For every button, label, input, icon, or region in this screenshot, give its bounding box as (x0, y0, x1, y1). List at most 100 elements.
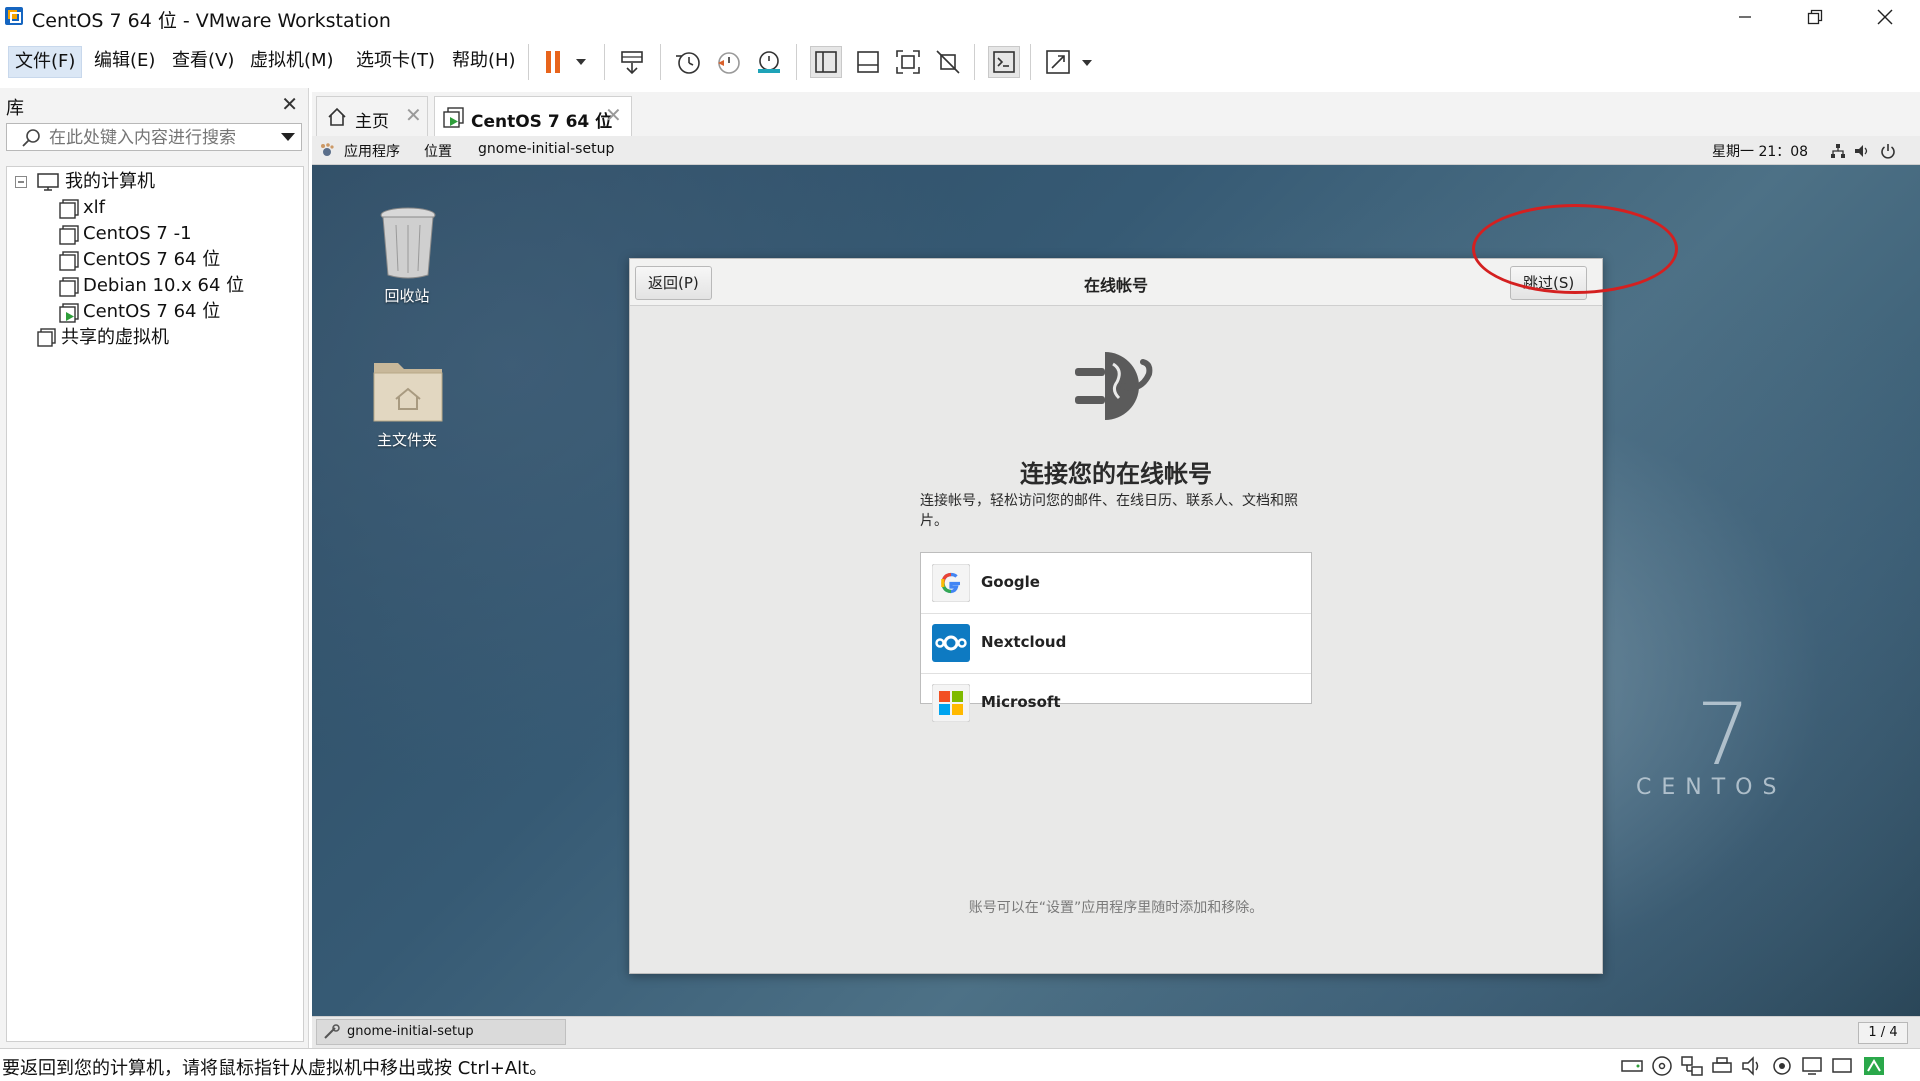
thumbnail-layout-icon (857, 51, 879, 73)
message-icon[interactable] (1830, 1055, 1854, 1077)
menu-tabs[interactable]: 选项卡(T) (350, 46, 441, 76)
send-ctrl-alt-del-button[interactable] (616, 46, 648, 78)
library-search-input[interactable] (47, 126, 271, 150)
running-vm-icon (59, 303, 79, 323)
power-icon[interactable] (1880, 143, 1896, 159)
toolbar-separator (528, 44, 529, 80)
vm-icon (59, 277, 79, 297)
back-button[interactable]: 返回(P) (635, 266, 712, 300)
workspace-indicator[interactable]: 1 / 4 (1858, 1022, 1908, 1044)
provider-nextcloud[interactable]: Nextcloud (921, 613, 1311, 674)
display-icon[interactable] (1800, 1055, 1824, 1077)
collapse-icon[interactable] (15, 176, 27, 188)
menu-file[interactable]: 文件(F) (8, 46, 83, 78)
desktop-icon-trash[interactable]: 回收站 (352, 205, 462, 305)
tree-item-vm-running[interactable]: CentOS 7 64 位 (7, 299, 297, 325)
tree-item-my-computer[interactable]: 我的计算机 (7, 169, 297, 195)
title-bar: CentOS 7 64 位 - VMware Workstation (0, 0, 1920, 34)
restore-button[interactable] (1780, 0, 1850, 34)
show-library-button[interactable] (810, 46, 842, 78)
usb-icon[interactable] (1770, 1055, 1794, 1077)
tab-close-button[interactable]: ✕ (605, 103, 622, 127)
toolbar-separator (796, 44, 797, 80)
show-thumbnail-bar-button[interactable] (852, 46, 884, 78)
tab-home[interactable]: 主页 ✕ (316, 96, 428, 136)
desktop-icon-label: 主文件夹 (376, 431, 437, 449)
minimize-button[interactable] (1710, 0, 1780, 34)
google-icon (932, 564, 970, 602)
tree-item-vm[interactable]: Debian 10.x 64 位 (7, 273, 297, 299)
tree-label: CentOS 7 -1 (83, 223, 192, 244)
chevron-down-icon[interactable] (281, 133, 295, 143)
tab-vm-centos[interactable]: CentOS 7 64 位 ✕ (434, 96, 632, 136)
centos-version-number: 7 (1696, 685, 1751, 785)
active-window-name: gnome-initial-setup (478, 141, 615, 157)
stretch-view-button[interactable] (1044, 46, 1100, 78)
menu-edit[interactable]: 编辑(E) (88, 46, 161, 76)
shared-vm-icon (37, 328, 56, 347)
dialog-description: 连接帐号，轻松访问您的邮件、在线日历、联系人、文档和照片。 (920, 493, 1298, 529)
pause-button[interactable] (540, 46, 596, 78)
unity-mode-button[interactable] (932, 46, 964, 78)
revert-snapshot-button[interactable] (712, 46, 744, 78)
library-layout-icon (815, 51, 837, 73)
tree-item-shared-vms[interactable]: 共享的虚拟机 (7, 325, 297, 351)
printer-icon[interactable] (1710, 1055, 1734, 1077)
provider-label: Google (981, 573, 1040, 591)
pause-icon (546, 51, 586, 73)
vm-status-icon[interactable] (1862, 1055, 1886, 1077)
vmware-icon (4, 6, 24, 26)
tree-item-vm[interactable]: CentOS 7 64 位 (7, 247, 297, 273)
centos-watermark: 7 CENTOS (1636, 685, 1856, 805)
menu-view[interactable]: 查看(V) (166, 46, 240, 76)
tab-close-button[interactable]: ✕ (405, 103, 422, 127)
tree-label: CentOS 7 64 位 (83, 301, 221, 322)
toolbar-separator (660, 44, 661, 80)
console-view-button[interactable] (988, 46, 1020, 78)
volume-icon[interactable] (1854, 143, 1870, 159)
network-adapter-icon[interactable] (1680, 1055, 1704, 1077)
online-accounts-dialog: 在线帐号 返回(P) 跳过(S) 连接您的在线帐号 连接帐号，轻松访问您的邮件、… (629, 258, 1603, 974)
tab-label: 主页 (355, 112, 389, 132)
clock[interactable]: 星期一 21：08 (1712, 141, 1808, 161)
snapshot-button[interactable] (672, 46, 704, 78)
running-vm-icon (443, 107, 464, 128)
fullscreen-icon (896, 50, 920, 74)
applications-menu[interactable]: 应用程序 (344, 141, 400, 161)
close-window-button[interactable] (1850, 0, 1920, 34)
dialog-heading: 连接您的在线帐号 (1020, 460, 1212, 488)
setup-tool-icon (324, 1024, 340, 1039)
provider-list: Google Nextcloud Microsoft (920, 552, 1312, 722)
places-menu[interactable]: 位置 (424, 141, 452, 161)
taskbar-item-label: gnome-initial-setup (347, 1024, 474, 1039)
menu-help[interactable]: 帮助(H) (446, 46, 522, 76)
toolbar-separator (1030, 44, 1031, 80)
tree-item-vm[interactable]: CentOS 7 -1 (7, 221, 297, 247)
menu-toolbar: 文件(F) 编辑(E) 查看(V) 虚拟机(M) 选项卡(T) 帮助(H) (0, 36, 1920, 88)
gnome-desktop[interactable]: 回收站 主文件夹 7 CENTOS 在线帐号 返回(P) 跳过(S) 连接您的在… (312, 165, 1920, 1016)
snapshot-manager-icon (758, 51, 780, 73)
tree-item-vm[interactable]: xlf (7, 195, 297, 221)
cd-dvd-icon[interactable] (1650, 1055, 1674, 1077)
terminal-icon (993, 51, 1015, 73)
network-icon[interactable] (1830, 143, 1846, 159)
taskbar-item[interactable]: gnome-initial-setup (316, 1019, 566, 1045)
online-accounts-plug-icon (1075, 352, 1153, 420)
snapshot-manager-button[interactable] (752, 46, 784, 78)
full-screen-button[interactable] (892, 46, 924, 78)
snapshot-icon (676, 52, 700, 74)
desktop-icon-home-folder[interactable]: 主文件夹 (352, 355, 462, 455)
vm-tab-strip: 主页 ✕ CentOS 7 64 位 ✕ (312, 92, 1920, 136)
provider-microsoft[interactable]: Microsoft (921, 673, 1311, 733)
gnome-top-bar: 应用程序 位置 gnome-initial-setup 星期一 21：08 (312, 136, 1920, 165)
provider-google[interactable]: Google (921, 553, 1311, 614)
hard-disk-icon[interactable] (1620, 1055, 1644, 1077)
centos-wordmark: CENTOS (1636, 775, 1787, 800)
library-close-button[interactable]: ✕ (281, 92, 298, 116)
guest-screen[interactable]: 应用程序 位置 gnome-initial-setup 星期一 21：08 回收… (312, 136, 1920, 1016)
menu-vm[interactable]: 虚拟机(M) (244, 46, 340, 76)
vm-icon (59, 225, 79, 245)
library-tree: 我的计算机 xlf CentOS 7 -1 CentOS 7 64 位 Debi… (6, 166, 304, 1042)
sound-card-icon[interactable] (1740, 1055, 1764, 1077)
tree-label: 我的计算机 (65, 171, 155, 192)
